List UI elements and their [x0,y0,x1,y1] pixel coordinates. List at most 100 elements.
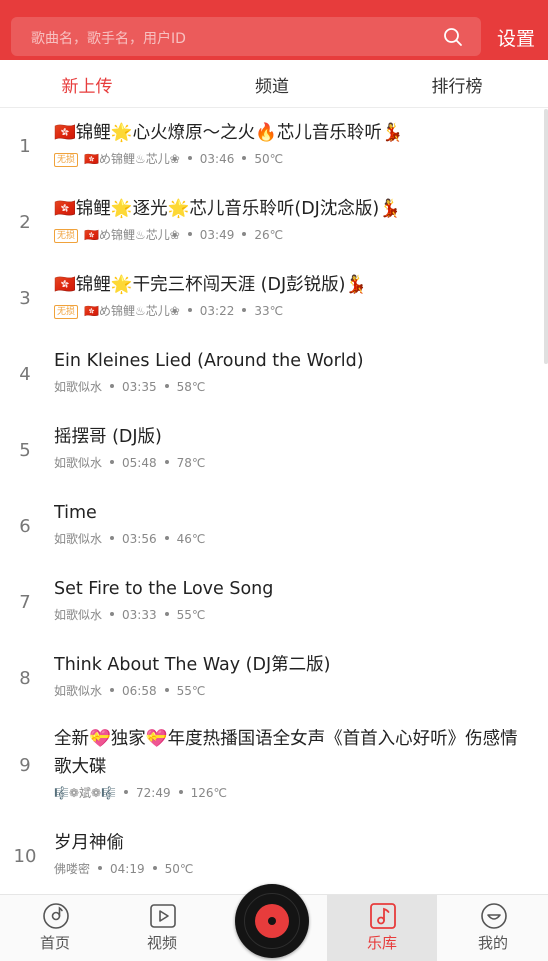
song-duration: 03:35 [122,380,157,394]
nav-home[interactable]: 首页 [0,895,110,961]
settings-button[interactable]: 设置 [497,24,535,51]
smile-icon [481,903,507,929]
nav-mine-label: 我的 [477,934,508,952]
nav-library-label: 乐库 [366,934,397,952]
song-index: 8 [19,668,31,689]
dot-separator [110,536,115,540]
song-index: 5 [19,440,31,461]
song-row[interactable]: 5 摇摆哥 (DJ版) 如歌似水 05:48 78℃ [0,413,548,489]
record-spindle-hole [268,917,276,925]
song-list: 1 🇭🇰锦鲤🌟心火燎原～之火🔥芯儿音乐聆听💃 无损 🇭🇰め锦鲤♨芯儿❀ 03:46 5… [0,109,548,894]
nav-library[interactable]: 乐库 [327,895,437,961]
song-duration: 03:46 [199,152,235,166]
top-bar: 歌曲名，歌手名，用户ID 设置 [0,0,548,60]
song-duration: 06:58 [122,684,157,698]
song-heat: 33℃ [254,304,284,318]
tab-ranking[interactable]: 排行榜 [432,72,483,97]
dot-separator [110,612,115,616]
dot-separator [242,156,247,160]
lossless-badge: 无损 [54,305,79,319]
song-title: 全新💝独家💝年度热播国语全女声《首首入心好听》伤感情歌大碟 [54,729,518,777]
song-uploader[interactable]: 如歌似水 [54,532,102,546]
dot-separator [164,612,169,616]
song-uploader[interactable]: 如歌似水 [54,456,102,470]
dot-separator [110,384,115,388]
song-index: 9 [19,755,31,776]
dot-separator [164,536,169,540]
song-uploader[interactable]: 如歌似水 [54,380,102,394]
song-row[interactable]: 3 🇭🇰锦鲤🌟干完三杯闯天涯 (DJ彭锐版)💃 无损 🇭🇰め锦鲤♨芯儿❀ 03:22… [0,261,548,337]
dot-separator [187,232,192,236]
dot-separator [164,688,169,692]
video-icon [150,904,176,928]
dot-separator [164,384,169,388]
app-root: 歌曲名，歌手名，用户ID 设置 新上传 频道 排行榜 1 🇭🇰锦鲤🌟心火燎原～之… [0,0,548,961]
song-title: 🇭🇰锦鲤🌟干完三杯闯天涯 (DJ彭锐版)💃 [54,275,368,295]
dot-separator [110,688,115,692]
dot-separator [187,308,192,312]
song-uploader[interactable]: 佛喽密 [54,862,90,876]
song-meta: 如歌似水 05:48 78℃ [54,454,534,472]
tab-channel[interactable]: 频道 [255,72,289,97]
song-row[interactable]: 9 全新💝独家💝年度热播国语全女声《首首入心好听》伤感情歌大碟 🎼❁斌❁🎼 72:… [0,717,548,819]
song-heat: 50℃ [254,152,284,166]
song-uploader[interactable]: 🇭🇰め锦鲤♨芯儿❀ [84,228,180,242]
song-row[interactable]: 6 Time 如歌似水 03:56 46℃ [0,489,548,565]
song-heat: 55℃ [176,608,206,622]
dot-separator [178,790,183,794]
dot-separator [124,790,128,794]
nav-video-label: 视频 [146,934,177,952]
song-index: 3 [19,288,31,309]
song-duration: 03:33 [122,608,157,622]
song-row[interactable]: 8 Think About The Way (DJ第二版) 如歌似水 06:58 5… [0,641,548,717]
dot-separator [242,232,247,236]
song-heat: 50℃ [164,862,194,876]
tab-new-upload[interactable]: 新上传 [62,72,113,97]
dot-separator [98,866,103,870]
song-duration: 03:56 [122,532,157,546]
song-uploader[interactable]: 如歌似水 [54,608,102,622]
song-meta: 无损 🇭🇰め锦鲤♨芯儿❀ 03:22 33℃ [54,302,534,320]
nav-home-label: 首页 [39,934,70,952]
song-meta: 无损 🇭🇰め锦鲤♨芯儿❀ 03:49 26℃ [54,226,534,244]
song-uploader[interactable]: 如歌似水 [54,684,102,698]
song-uploader[interactable]: 🎼❁斌❁🎼 [54,786,116,800]
song-title: Think About The Way (DJ第二版) [54,655,331,675]
song-meta: 如歌似水 06:58 55℃ [54,682,534,700]
lossless-badge: 无损 [54,153,79,167]
music-note-icon [370,903,396,929]
disc-icon [43,903,69,929]
song-meta: 如歌似水 03:33 55℃ [54,606,534,624]
song-index: 6 [19,516,31,537]
song-title: Time [54,503,97,523]
song-meta: 无损 🇭🇰め锦鲤♨芯儿❀ 03:46 50℃ [54,150,534,168]
song-row[interactable]: 10 岁月神偷 佛喽密 04:19 50℃ [0,819,548,894]
song-heat: 55℃ [176,684,206,698]
song-row[interactable]: 7 Set Fire to the Love Song 如歌似水 03:33 55℃ [0,565,548,641]
song-title: 摇摆哥 (DJ版) [54,427,162,447]
search-box[interactable]: 歌曲名，歌手名，用户ID [11,17,481,56]
song-heat: 78℃ [176,456,206,470]
nav-mine[interactable]: 我的 [438,895,548,961]
song-duration: 05:48 [122,456,157,470]
song-row[interactable]: 1 🇭🇰锦鲤🌟心火燎原～之火🔥芯儿音乐聆听💃 无损 🇭🇰め锦鲤♨芯儿❀ 03:46 5… [0,109,548,185]
song-heat: 46℃ [176,532,206,546]
song-title: 🇭🇰锦鲤🌟逐光🌟芯儿音乐聆听(DJ沈念版)💃 [54,199,401,219]
song-index: 1 [19,136,31,157]
song-uploader[interactable]: 🇭🇰め锦鲤♨芯儿❀ [84,304,180,318]
list-scrollbar[interactable] [544,109,548,364]
search-icon[interactable] [443,27,463,47]
song-row[interactable]: 2 🇭🇰锦鲤🌟逐光🌟芯儿音乐聆听(DJ沈念版)💃 无损 🇭🇰め锦鲤♨芯儿❀ 03:4… [0,185,548,261]
song-index: 10 [13,846,37,867]
song-index: 4 [19,364,31,385]
song-title: Set Fire to the Love Song [54,579,274,599]
song-meta: 如歌似水 03:56 46℃ [54,530,534,548]
vinyl-record-icon[interactable] [235,884,309,958]
song-row[interactable]: 4 Ein Kleines Lied (Around the World) 如歌… [0,337,548,413]
song-meta: 佛喽密 04:19 50℃ [54,860,534,878]
nav-video[interactable]: 视频 [107,895,217,961]
song-uploader[interactable]: 🇭🇰め锦鲤♨芯儿❀ [84,152,180,166]
song-index: 2 [19,212,31,233]
song-heat: 58℃ [176,380,206,394]
dot-separator [164,460,169,464]
